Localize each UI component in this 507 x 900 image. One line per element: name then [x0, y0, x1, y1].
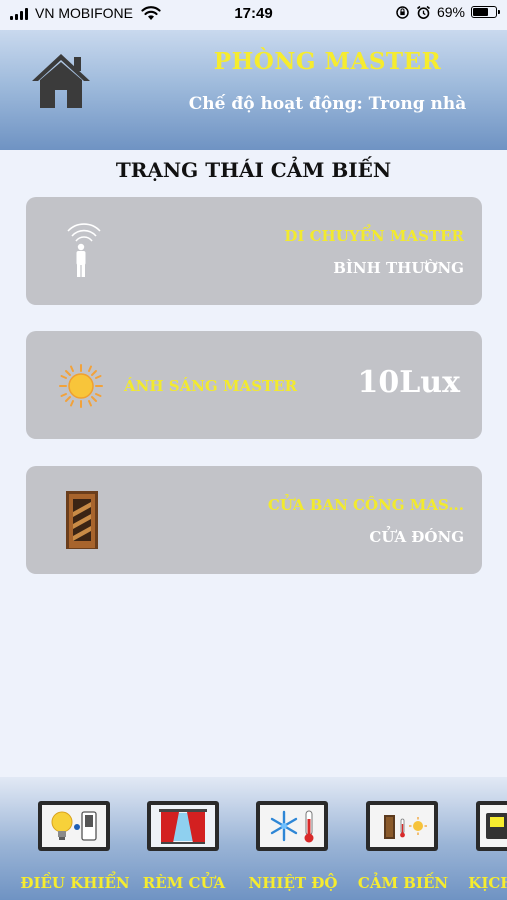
section-title: TRẠNG THÁI CẢM BIẾN	[115, 158, 392, 182]
nav-item-sensor[interactable]: CẢM BIẾN	[348, 801, 458, 896]
sensor-label: ÁNH SÁNG MASTER	[124, 377, 298, 395]
nav-item-control[interactable]: ĐIỀU KHIỂN	[20, 801, 130, 896]
control-icon	[51, 811, 97, 841]
home-icon[interactable]	[30, 50, 92, 112]
nav-item-scenario[interactable]: KỊCH BẢN	[458, 801, 507, 896]
curtain-icon	[151, 805, 215, 847]
sensor-card-door[interactable]: CỬA BAN CÔNG MAS... CỬA ĐÓNG	[26, 466, 482, 574]
scenario-icon	[486, 813, 507, 839]
nav-label: CẢM BIẾN	[357, 874, 449, 892]
nav-label: RÈM CỬA	[142, 874, 226, 892]
nav-item-temperature[interactable]: NHIỆT ĐỘ	[238, 801, 348, 896]
sensor-label: DI CHUYỂN MASTER	[284, 227, 464, 245]
sensor-value: CỬA ĐÓNG	[369, 528, 464, 546]
room-title: PHÒNG MASTER	[213, 48, 442, 75]
sensor-label: CỬA BAN CÔNG MAS...	[267, 496, 464, 514]
nav-item-curtain[interactable]: RÈM CỬA	[129, 801, 239, 896]
battery-percent: 69%	[436, 4, 465, 20]
temperature-icon	[270, 810, 314, 843]
status-bar: VN MOBIFONE 17:49 69%	[0, 0, 507, 30]
nav-label: ĐIỀU KHIỂN	[20, 874, 130, 892]
bottom-nav: ĐIỀU KHIỂN RÈM CỬA NHIỆT ĐỘ CẢM BIẾN KỊC	[0, 777, 507, 900]
door-icon	[66, 491, 98, 549]
sensor-card-light[interactable]: ÁNH SÁNG MASTER 10Lux	[26, 331, 482, 439]
nav-label: NHIỆT ĐỘ	[248, 874, 338, 892]
sun-icon	[59, 364, 103, 408]
mode-text: Chế độ hoạt động: Trong nhà	[188, 94, 467, 114]
sensor-card-motion[interactable]: DI CHUYỂN MASTER BÌNH THƯỜNG	[26, 197, 482, 305]
alarm-icon	[416, 5, 430, 19]
orientation-lock-icon	[396, 5, 409, 19]
header: PHÒNG MASTER Chế độ hoạt động: Trong nhà	[0, 30, 507, 150]
battery-icon	[471, 6, 500, 18]
motion-sensor-icon	[67, 223, 101, 277]
nav-label: KỊCH BẢN	[468, 874, 507, 892]
sensor-value: BÌNH THƯỜNG	[333, 259, 464, 277]
sensor-value: 10Lux	[357, 365, 460, 400]
sensor-icon	[384, 815, 427, 839]
